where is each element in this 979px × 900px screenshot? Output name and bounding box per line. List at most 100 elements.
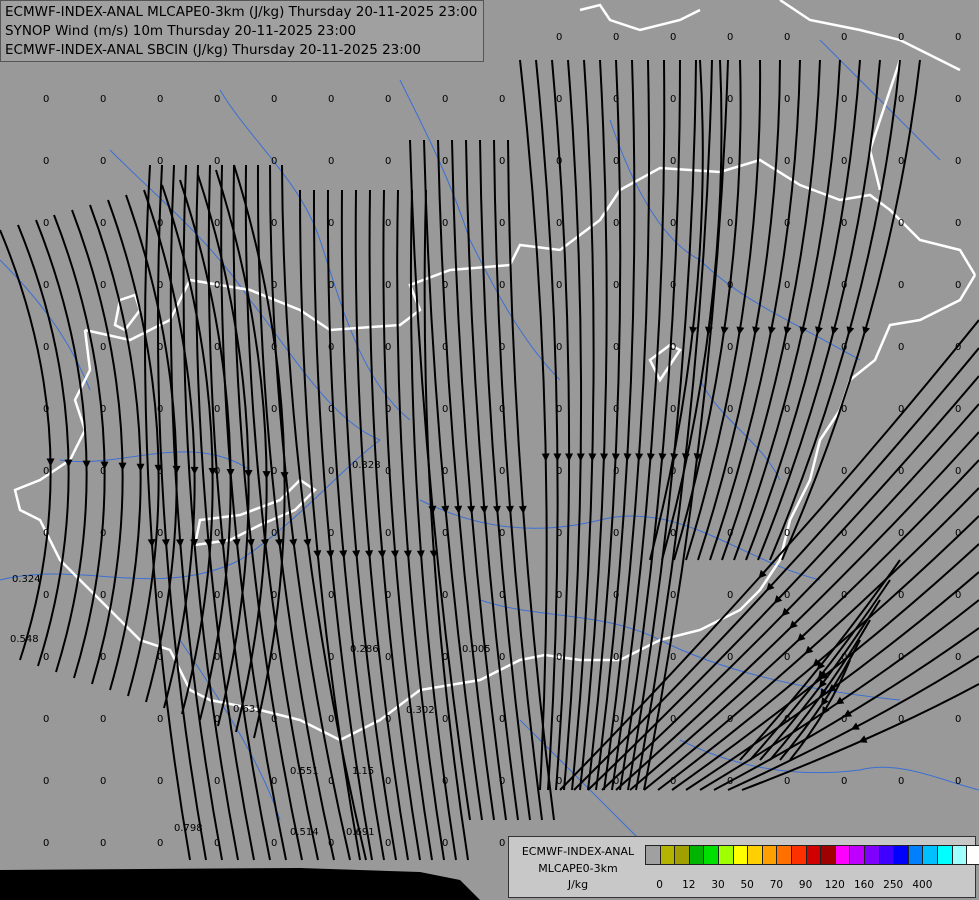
cin-value-zero: 0 (556, 280, 562, 291)
cin-value-zero: 0 (328, 590, 334, 601)
cin-value-zero: 0 (841, 32, 847, 43)
legend-tick-label: 12 (682, 879, 696, 891)
cin-value-zero: 0 (898, 218, 904, 229)
cin-value-zero: 0 (841, 528, 847, 539)
cin-value-zero: 0 (442, 714, 448, 725)
legend-swatch (674, 845, 691, 865)
cin-value-zero: 0 (43, 156, 49, 167)
cin-value-zero: 0 (955, 404, 961, 415)
cin-value-zero: 0 (100, 94, 106, 105)
cin-value-zero: 0 (442, 218, 448, 229)
cin-value-zero: 0 (727, 280, 733, 291)
cin-value-zero: 0 (727, 528, 733, 539)
legend-tick-label: 400 (912, 879, 933, 891)
cin-value-zero: 0 (841, 156, 847, 167)
cin-value-zero: 0 (955, 280, 961, 291)
cin-value-zero: 0 (271, 714, 277, 725)
cin-value-zero: 0 (499, 528, 505, 539)
cin-value-zero: 0 (841, 404, 847, 415)
cin-value-zero: 0 (670, 404, 676, 415)
cin-value-zero: 0 (499, 404, 505, 415)
cin-value-zero: 0 (442, 838, 448, 849)
cin-value-zero: 0 (670, 218, 676, 229)
cin-value-zero: 0 (385, 342, 391, 353)
cin-value-zero: 0 (613, 218, 619, 229)
cin-value-zero: 0 (271, 528, 277, 539)
cin-value-zero: 0 (556, 714, 562, 725)
cin-value-zero: 0 (43, 652, 49, 663)
cin-value-zero: 0 (100, 652, 106, 663)
cin-value-zero: 0 (613, 714, 619, 725)
cin-value-zero: 0 (613, 528, 619, 539)
cin-value-zero: 0 (898, 528, 904, 539)
cin-value-zero: 0 (214, 838, 220, 849)
cin-value-zero: 0 (841, 652, 847, 663)
cin-value-zero: 0 (841, 218, 847, 229)
cin-value-zero: 0 (841, 776, 847, 787)
cin-value-zero: 0 (955, 156, 961, 167)
cin-value-zero: 0 (727, 32, 733, 43)
cin-value-zero: 0 (43, 714, 49, 725)
cin-value-zero: 0 (727, 652, 733, 663)
legend-swatch (645, 845, 661, 865)
cin-value-zero: 0 (271, 776, 277, 787)
cin-value-zero: 0 (841, 342, 847, 353)
legend-parameter: MLCAPE0-3km (538, 862, 618, 875)
legend-source: ECMWF-INDEX-ANAL (521, 845, 635, 858)
cin-value-zero: 0 (214, 404, 220, 415)
cin-value-zero: 0 (157, 156, 163, 167)
cin-value: 0.798 (174, 823, 203, 834)
legend-swatch (834, 845, 851, 865)
legend-swatch (791, 845, 807, 865)
cin-value-zero: 0 (442, 156, 448, 167)
title-synop-wind: SYNOP Wind (m/s) 10m Thursday 20-11-2025… (5, 23, 357, 39)
legend-unit: J/kg (567, 878, 589, 891)
cin-value-zero: 0 (442, 94, 448, 105)
cin-value-zero: 0 (499, 342, 505, 353)
cin-value-zero: 0 (157, 714, 163, 725)
cin-value: 1.15 (352, 766, 374, 777)
cin-value-zero: 0 (499, 94, 505, 105)
cin-value-zero: 0 (556, 94, 562, 105)
cin-value-zero: 0 (157, 94, 163, 105)
cin-value-zero: 0 (955, 342, 961, 353)
cin-value-zero: 0 (271, 280, 277, 291)
cin-value-zero: 0 (328, 342, 334, 353)
legend-swatch (761, 845, 778, 865)
cin-value-zero: 0 (328, 776, 334, 787)
legend-tick-label: 90 (798, 879, 813, 891)
cin-value-zero: 0 (556, 218, 562, 229)
cin-value-zero: 0 (499, 714, 505, 725)
cin-value-zero: 0 (955, 652, 961, 663)
cin-value-zero: 0 (784, 528, 790, 539)
cin-value-zero: 0 (100, 590, 106, 601)
cin-value-zero: 0 (43, 280, 49, 291)
cin-value-zero: 0 (499, 590, 505, 601)
weather-map: 0 0 0 0 0 0 0 00 0 0 0 0 0 0 0 0 0 0 0 0 0 0 0 00 0 0 0 0 0 0 0 0 0 0 0 0 0 0… (0, 0, 979, 900)
legend-swatch (659, 845, 676, 865)
cin-value-zero: 0 (157, 652, 163, 663)
legend-swatch (864, 845, 880, 865)
cin-value: 0.302 (406, 705, 435, 716)
cin-value-zero: 0 (100, 838, 106, 849)
cin-value-zero: 0 (898, 466, 904, 477)
cin-value-zero: 0 (442, 466, 448, 477)
cin-value-zero: 0 (442, 404, 448, 415)
cin-value-zero: 0 (727, 218, 733, 229)
cin-value-zero: 0 (613, 94, 619, 105)
cin-value-zero: 0 (670, 776, 676, 787)
cin-value-zero: 0 (499, 156, 505, 167)
cin-value-zero: 0 (43, 218, 49, 229)
cin-value-zero: 0 (556, 156, 562, 167)
cin-value-zero: 0 (613, 156, 619, 167)
cin-value-zero: 0 (271, 342, 277, 353)
legend-swatch (703, 845, 720, 865)
cin-value-zero: 0 (43, 838, 49, 849)
map-title-box: ECMWF-INDEX-ANAL MLCAPE0-3km (J/kg) Thur… (0, 0, 484, 62)
cin-value-zero: 0 (898, 94, 904, 105)
legend-swatch (893, 845, 910, 865)
cin-value-zero: 0 (499, 218, 505, 229)
cin-value-zero: 0 (556, 776, 562, 787)
cin-value-zero: 0 (613, 342, 619, 353)
cin-value-zero: 0 (214, 218, 220, 229)
